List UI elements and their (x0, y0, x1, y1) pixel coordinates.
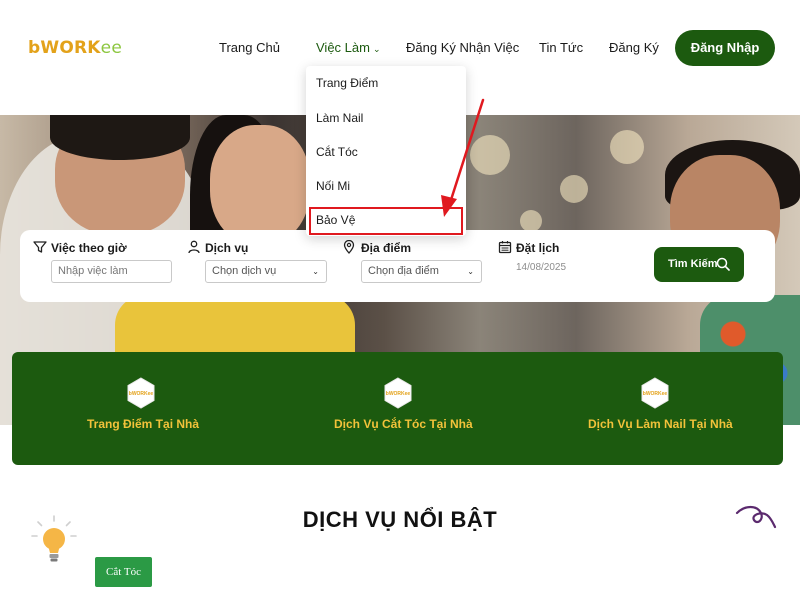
location-select-value: Chọn địa điểm (368, 265, 439, 277)
service-select[interactable]: Chọn dịch vụ ⌄ (205, 260, 327, 283)
bokeh-light (520, 210, 542, 232)
calendar-icon (498, 241, 512, 254)
field-label-dich-vu: Dịch vụ (205, 241, 249, 255)
chevron-down-icon: ⌄ (467, 267, 474, 276)
search-button-label: Tìm Kiếm (668, 258, 718, 270)
dropdown-item-lam-nail[interactable]: Làm Nail (316, 111, 363, 125)
logo-part-ee: ee (100, 38, 122, 58)
section-title: DỊCH VỤ NỔI BẬT (302, 507, 498, 532)
field-label-dia-diem: Địa điểm (361, 241, 412, 255)
search-icon (716, 257, 730, 271)
swirl-decoration-icon (735, 505, 777, 529)
service-select-value: Chọn dịch vụ (212, 265, 277, 277)
service-trang-diem[interactable]: Trang Điểm Tại Nhà (87, 417, 199, 431)
date-picker[interactable]: 14/08/2025 (516, 262, 566, 273)
user-icon (188, 240, 200, 254)
category-tag-cat-toc[interactable]: Cắt Tóc (95, 557, 152, 587)
bworkee-logo[interactable]: bWORKee (28, 38, 122, 58)
job-search-placeholder: Nhập việc làm (58, 265, 128, 277)
chevron-down-icon: ⌄ (312, 267, 319, 276)
dropdown-item-noi-mi[interactable]: Nối Mi (316, 179, 350, 193)
person-left-hair (50, 115, 190, 160)
hex-badge-text: bWORKee (386, 391, 411, 397)
nav-viec-lam[interactable]: Việc Làm ⌄ (316, 40, 381, 55)
nav-tin-tuc[interactable]: Tin Tức (539, 40, 583, 55)
person-center-head (210, 125, 310, 245)
bokeh-light (610, 130, 644, 164)
map-pin-icon (343, 240, 355, 254)
logo-part-work: WORK (40, 38, 101, 58)
dropdown-item-trang-diem[interactable]: Trang Điểm (316, 76, 378, 90)
bokeh-light (560, 175, 588, 203)
search-button[interactable]: Tìm Kiếm (654, 247, 744, 282)
hex-badge-text: bWORKee (643, 391, 668, 397)
nav-viec-lam-label: Việc Làm (316, 40, 370, 55)
dropdown-item-cat-toc[interactable]: Cắt Tóc (316, 145, 358, 159)
nav-trang-chu[interactable]: Trang Chủ (219, 40, 280, 55)
field-label-viec-theo-gio: Việc theo giờ (51, 241, 127, 255)
bworkee-hex-icon: bWORKee (384, 377, 412, 409)
red-arrow-annotation (441, 98, 485, 217)
job-search-input[interactable]: Nhập việc làm (51, 260, 172, 283)
field-label-dat-lich: Đặt lịch (516, 241, 560, 255)
service-lam-nail[interactable]: Dịch Vụ Làm Nail Tại Nhà (588, 417, 733, 431)
bworkee-hex-icon: bWORKee (641, 377, 669, 409)
service-cat-toc[interactable]: Dịch Vụ Cắt Tóc Tại Nhà (334, 417, 473, 431)
filter-icon (33, 241, 47, 253)
bworkee-hex-icon: bWORKee (127, 377, 155, 409)
nav-dang-ky-nhan-viec[interactable]: Đăng Ký Nhận Việc (406, 40, 519, 55)
location-select[interactable]: Chọn địa điểm ⌄ (361, 260, 482, 283)
chevron-down-icon: ⌄ (372, 44, 381, 54)
hex-badge-text: bWORKee (129, 391, 154, 397)
login-button[interactable]: Đăng Nhập (675, 30, 775, 66)
logo-part-b: b (28, 38, 41, 58)
nav-dang-ky[interactable]: Đăng Ký (609, 40, 659, 55)
